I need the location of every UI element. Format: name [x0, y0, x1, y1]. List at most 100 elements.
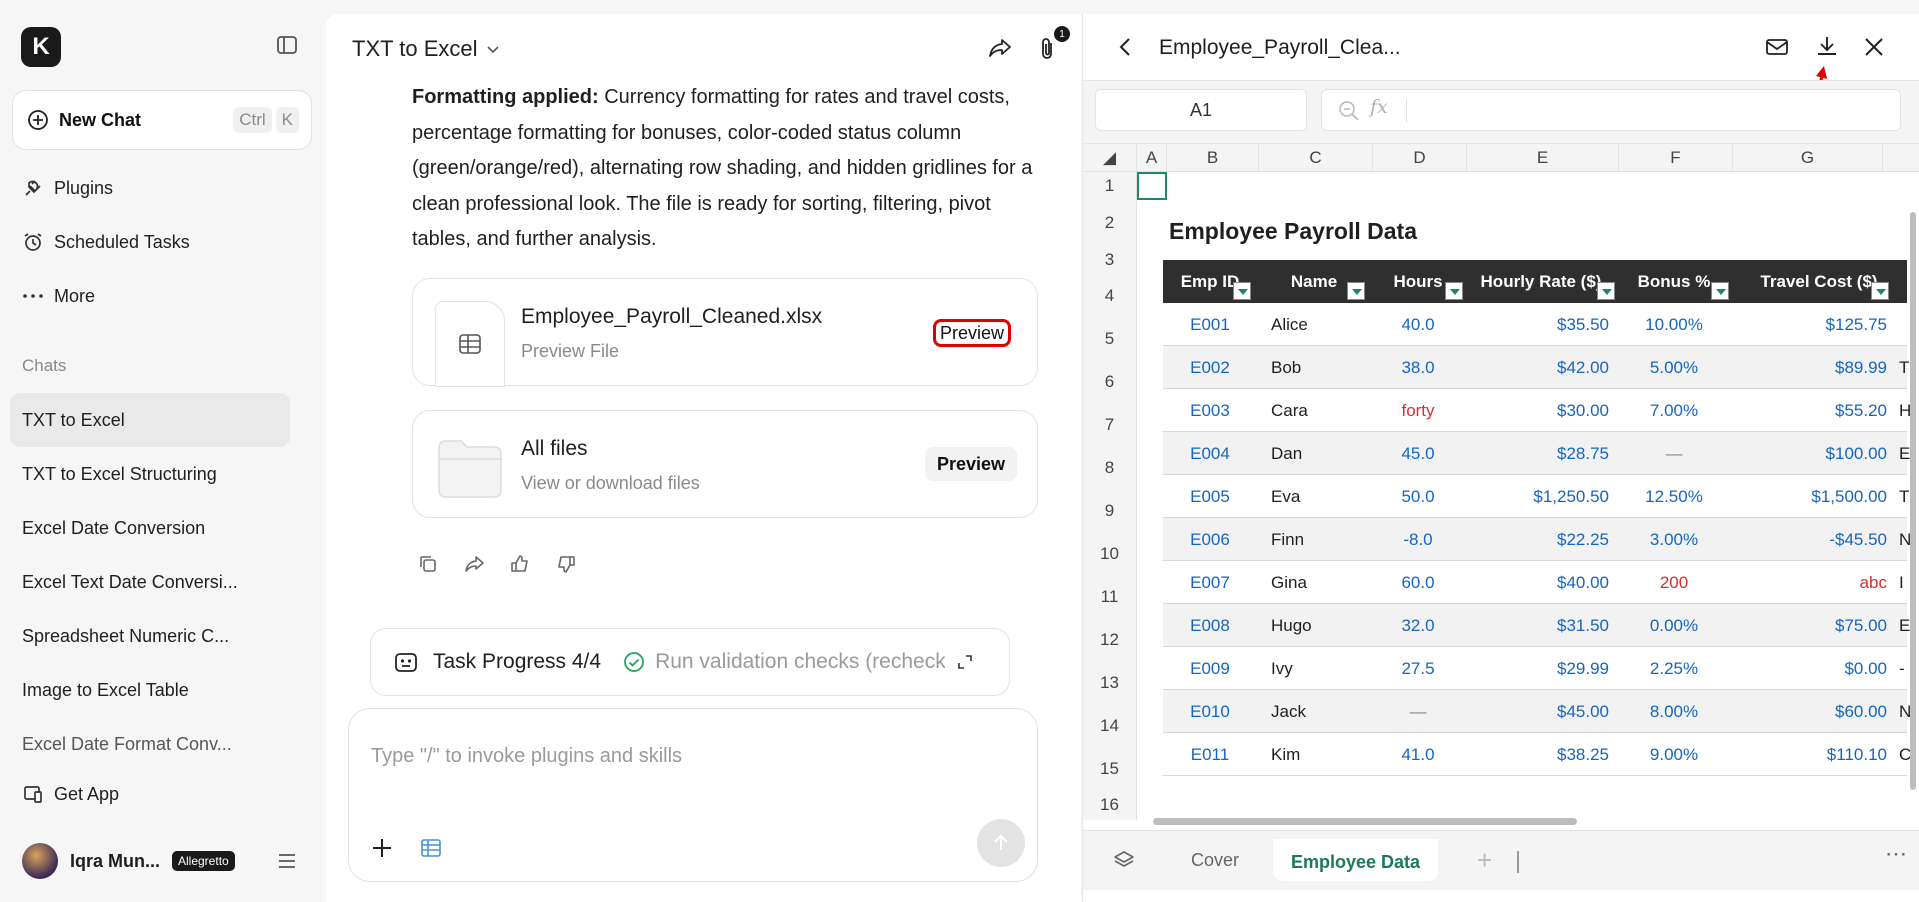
chat-item[interactable]: TXT to Excel — [22, 410, 125, 431]
table-row[interactable]: E009 Ivy 27.5 $29.99 2.25% $0.00- — [1163, 647, 1907, 690]
table-cell-name[interactable]: Jack — [1257, 690, 1371, 733]
table-cell-id[interactable]: E007 — [1163, 561, 1257, 604]
table-cell-hours[interactable]: 40.0 — [1371, 303, 1465, 346]
close-icon[interactable] — [1863, 36, 1885, 58]
table-cell-id[interactable]: E009 — [1163, 647, 1257, 690]
table-cell-hours[interactable]: 50.0 — [1371, 475, 1465, 518]
add-sheet-button[interactable]: + — [1477, 845, 1492, 876]
new-chat-button[interactable]: New Chat Ctrl K — [12, 90, 312, 150]
row-header[interactable]: 5 — [1083, 317, 1137, 360]
header-cell[interactable]: Hourly Rate ($) — [1465, 260, 1617, 303]
table-cell-rate[interactable]: $30.00 — [1465, 389, 1615, 432]
table-cell-id[interactable]: E005 — [1163, 475, 1257, 518]
thumbs-down-icon[interactable] — [556, 554, 576, 574]
table-cell-bonus[interactable]: 5.00% — [1617, 346, 1731, 389]
table-cell-hours[interactable]: 41.0 — [1371, 733, 1465, 776]
table-cell-rate[interactable]: $31.50 — [1465, 604, 1615, 647]
table-cell-name[interactable]: Hugo — [1257, 604, 1371, 647]
table-cell-rate[interactable]: $22.25 — [1465, 518, 1615, 561]
column-header[interactable]: B — [1167, 144, 1259, 172]
chat-item[interactable]: TXT to Excel Structuring — [22, 464, 217, 485]
table-cell-travel[interactable]: abc — [1731, 561, 1893, 604]
table-cell-id[interactable]: E010 — [1163, 690, 1257, 733]
zoom-icon[interactable] — [1338, 100, 1360, 122]
column-header[interactable]: A — [1137, 144, 1167, 172]
table-cell-hours[interactable]: forty — [1371, 389, 1465, 432]
task-progress-bar[interactable]: Task Progress 4/4 Run validation checks … — [370, 628, 1010, 696]
file-card[interactable]: Employee_Payroll_Cleaned.xlsx Preview Fi… — [412, 278, 1038, 387]
selected-cell[interactable] — [1137, 172, 1167, 200]
sidebar-item-scheduled-tasks[interactable]: Scheduled Tasks — [22, 231, 190, 253]
table-cell-rate[interactable]: $40.00 — [1465, 561, 1615, 604]
table-cell-name[interactable]: Bob — [1257, 346, 1371, 389]
table-cell-bonus[interactable]: 8.00% — [1617, 690, 1731, 733]
chat-item[interactable]: Excel Date Conversion — [22, 518, 205, 539]
spreadsheet-grid[interactable]: ◢ A B C D E F G 1 2 3 4 5 6 7 8 9 10 11 12 13 14 15 16 … — [1083, 144, 1919, 830]
row-header[interactable]: 1 — [1083, 172, 1137, 200]
table-cell-id[interactable]: E002 — [1163, 346, 1257, 389]
scroll-thumb[interactable] — [1910, 212, 1916, 790]
table-cell-travel[interactable]: $110.10 — [1731, 733, 1893, 776]
row-header[interactable]: 10 — [1083, 532, 1137, 575]
table-cell-rate[interactable]: $1,250.50 — [1465, 475, 1615, 518]
table-cell-id[interactable]: E006 — [1163, 518, 1257, 561]
table-cell-name[interactable]: Dan — [1257, 432, 1371, 475]
row-header[interactable]: 16 — [1083, 790, 1137, 820]
column-header[interactable]: C — [1259, 144, 1373, 172]
chat-item[interactable]: Excel Date Format Conv... — [22, 734, 232, 755]
table-cell-bonus[interactable]: 10.00% — [1617, 303, 1731, 346]
chat-item[interactable]: Image to Excel Table — [22, 680, 189, 701]
table-cell-travel[interactable]: $55.20 — [1731, 389, 1893, 432]
table-row[interactable]: E007 Gina 60.0 $40.00 200 abc I — [1163, 561, 1907, 604]
table-cell-rate[interactable]: $29.99 — [1465, 647, 1615, 690]
table-cell-bonus[interactable]: 3.00% — [1617, 518, 1731, 561]
table-row[interactable]: E010 Jack — $45.00 8.00% $60.00 N — [1163, 690, 1911, 733]
menu-icon[interactable] — [278, 853, 296, 869]
table-cell-travel[interactable]: $75.00 — [1731, 604, 1893, 647]
chat-item[interactable]: Excel Text Date Conversi... — [22, 572, 238, 593]
table-row[interactable]: E002 Bob 38.0 $42.00 5.00% $89.99 T — [1163, 346, 1909, 389]
sidebar-item-plugins[interactable]: Plugins — [22, 177, 113, 199]
table-cell-travel[interactable]: $125.75 — [1731, 303, 1893, 346]
table-icon[interactable] — [421, 839, 441, 857]
table-cell-rate[interactable]: $35.50 — [1465, 303, 1615, 346]
sidebar-toggle-icon[interactable] — [276, 34, 298, 56]
copy-icon[interactable] — [418, 554, 438, 574]
row-header[interactable]: 2 — [1083, 200, 1137, 246]
table-cell-name[interactable]: Cara — [1257, 389, 1371, 432]
table-cell-hours[interactable]: 60.0 — [1371, 561, 1465, 604]
row-header[interactable]: 9 — [1083, 489, 1137, 532]
name-box[interactable]: A1 — [1095, 89, 1307, 131]
table-cell-travel[interactable]: $89.99 — [1731, 346, 1893, 389]
preview-file-button[interactable]: Preview — [932, 319, 1011, 347]
table-cell-name[interactable]: Kim — [1257, 733, 1371, 776]
paperclip-icon[interactable] — [1036, 36, 1058, 62]
table-cell-bonus[interactable]: — — [1617, 432, 1731, 475]
mail-icon[interactable] — [1765, 36, 1789, 58]
table-cell-travel[interactable]: -$45.50 — [1731, 518, 1893, 561]
all-files-card[interactable]: All files View or download files Preview — [412, 410, 1038, 518]
table-cell-name[interactable]: Eva — [1257, 475, 1371, 518]
table-cell-rate[interactable]: $38.25 — [1465, 733, 1615, 776]
table-cell-hours[interactable]: 27.5 — [1371, 647, 1465, 690]
column-header[interactable]: F — [1619, 144, 1733, 172]
table-row[interactable]: E006 Finn -8.0 $22.25 3.00% -$45.50 N — [1163, 518, 1911, 561]
filter-dropdown-icon[interactable] — [1233, 282, 1251, 300]
chat-title-dropdown[interactable]: TXT to Excel — [352, 36, 500, 62]
table-cell-id[interactable]: E004 — [1163, 432, 1257, 475]
send-button[interactable] — [977, 819, 1025, 867]
table-cell-travel[interactable]: $100.00 — [1731, 432, 1893, 475]
filter-dropdown-icon[interactable] — [1445, 282, 1463, 300]
table-cell-name[interactable]: Ivy — [1257, 647, 1371, 690]
row-header[interactable]: 13 — [1083, 661, 1137, 704]
tab-employee-data[interactable]: Employee Data — [1273, 839, 1439, 881]
scroll-thumb[interactable] — [1153, 818, 1577, 825]
table-cell-hours[interactable]: — — [1371, 690, 1465, 733]
table-row[interactable]: E004 Dan 45.0 $28.75— $100.00 E — [1163, 432, 1910, 475]
table-cell-travel[interactable]: $1,500.00 — [1731, 475, 1893, 518]
table-row[interactable]: E003 Cara forty $30.00 7.00% $55.20 H — [1163, 389, 1911, 432]
get-app-link[interactable]: Get App — [22, 783, 119, 805]
table-row[interactable]: E011 Kim 41.0 $38.25 9.00% $110.10 C — [1163, 733, 1911, 776]
thumbs-up-icon[interactable] — [510, 554, 530, 574]
composer[interactable]: Type "/" to invoke plugins and skills — [348, 708, 1038, 882]
